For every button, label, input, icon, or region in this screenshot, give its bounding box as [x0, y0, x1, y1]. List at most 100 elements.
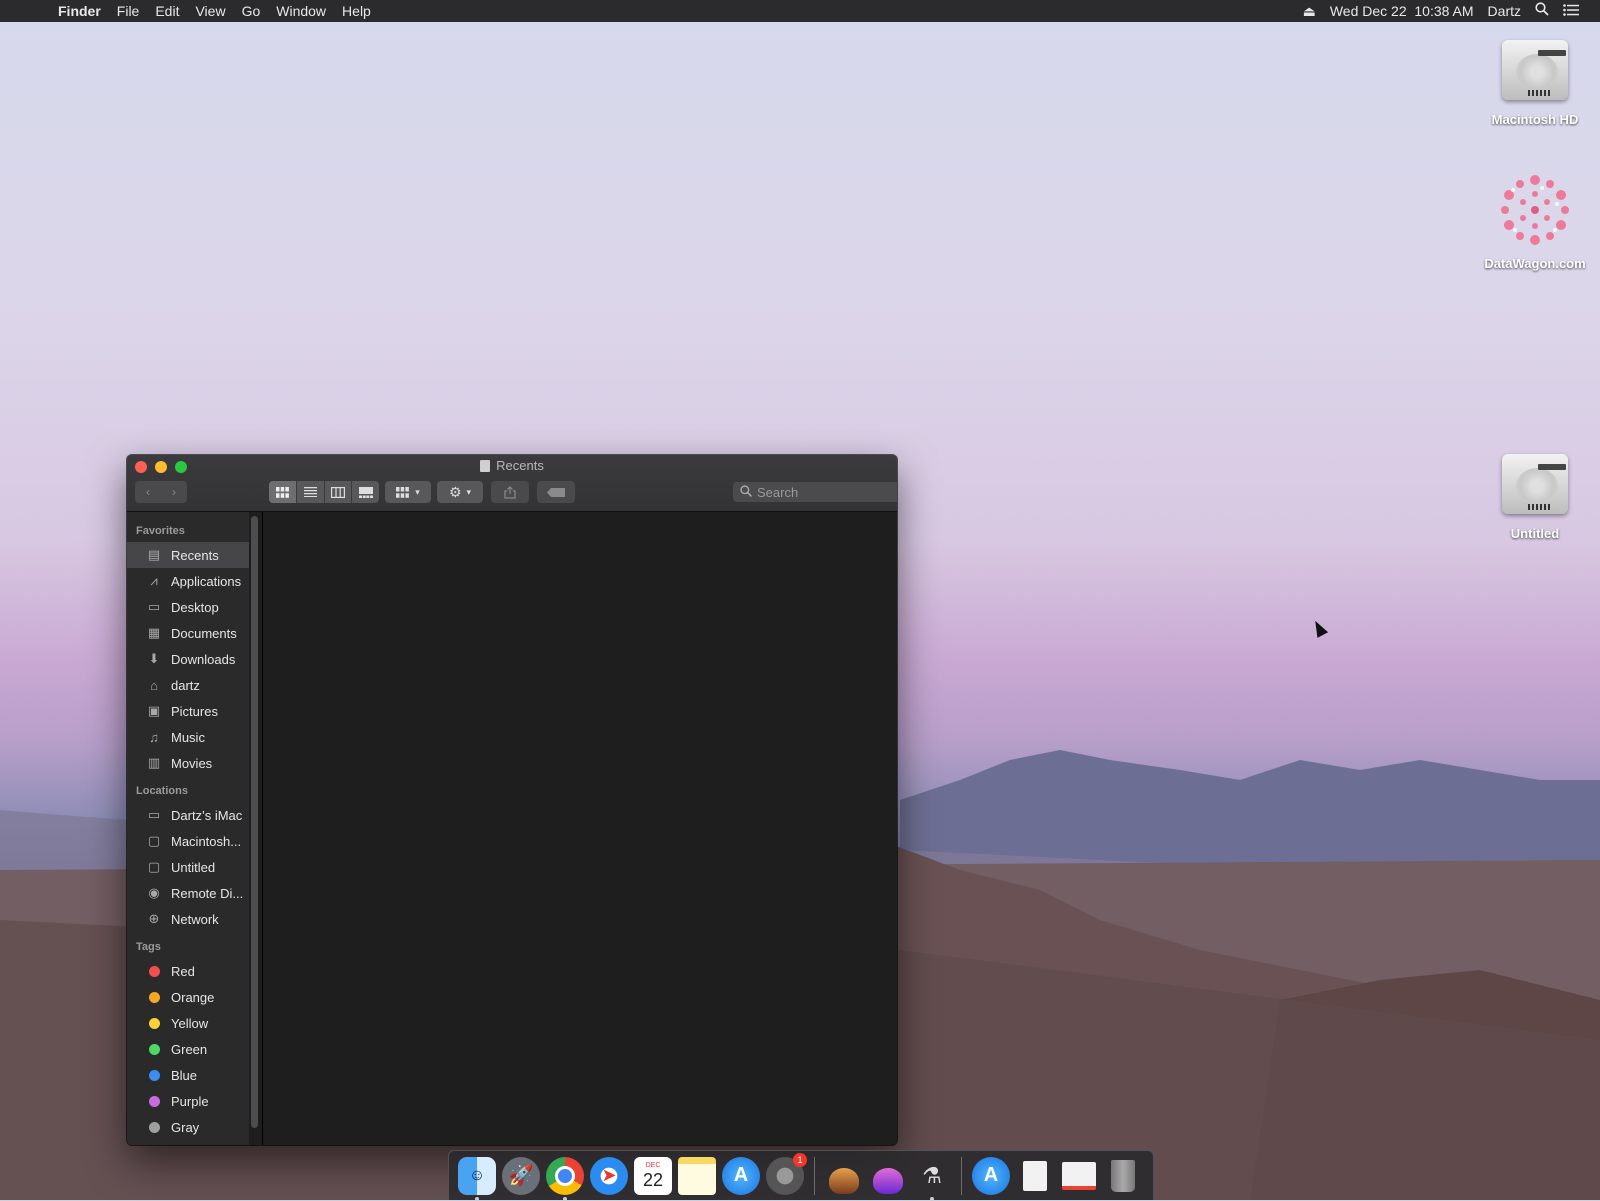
sidebar-item-label: Orange	[171, 989, 215, 1005]
finder-icon[interactable]: ☺	[458, 1156, 496, 1201]
sidebar-item-blue[interactable]: Blue	[127, 1062, 249, 1088]
sidebar-item-orange[interactable]: Orange	[127, 984, 249, 1010]
sidebar-item-desktop[interactable]: ▭ Desktop	[127, 594, 249, 620]
share-button[interactable]	[491, 481, 529, 503]
menu-go[interactable]: Go	[234, 0, 269, 22]
tag-icon	[547, 487, 565, 497]
sidebar-scrollbar[interactable]	[251, 516, 259, 1141]
sidebar-item-dartz[interactable]: ⌂ dartz	[127, 672, 249, 698]
window-title: Recents	[127, 458, 897, 473]
tag-button[interactable]	[537, 481, 575, 503]
app-store-icon[interactable]: A	[722, 1156, 760, 1195]
sidebar-item-label: Recents	[171, 547, 219, 563]
document-icon[interactable]	[1016, 1157, 1054, 1195]
content-area[interactable]	[263, 512, 897, 1145]
group-by-button[interactable]: ▾	[385, 481, 431, 503]
installer-purple-icon[interactable]	[869, 1157, 907, 1195]
search-field[interactable]: Search	[733, 482, 897, 502]
sidebar-item-label: Untitled	[171, 859, 216, 875]
column-view-button[interactable]	[325, 481, 353, 503]
title-bar[interactable]: Recents ‹ › ▾ ⚙ ▾ Search	[127, 455, 897, 512]
menu-window[interactable]: Window	[268, 0, 334, 22]
spotlight-icon[interactable]	[1528, 0, 1556, 22]
sidebar-item-music[interactable]: ♫ Music	[127, 724, 249, 750]
search-icon	[737, 484, 755, 500]
sidebar-item-gray[interactable]: Gray	[127, 1114, 249, 1140]
sidebar-item-network[interactable]: ⊕ Network	[127, 906, 249, 932]
gallery-view-button[interactable]	[352, 481, 379, 503]
list-view-button[interactable]	[297, 481, 325, 503]
sidebar-item-label: Documents	[171, 625, 237, 641]
calendar-icon[interactable]: DEC 22	[634, 1156, 672, 1195]
search-placeholder: Search	[757, 484, 799, 500]
notification-center-icon[interactable]	[1556, 0, 1586, 22]
sidebar-item-remote-di[interactable]: ◉ Remote Di...	[127, 880, 249, 906]
downloads-icon: ⬇	[148, 651, 160, 666]
eject-icon[interactable]: ⏏	[1296, 0, 1323, 22]
recents-icon: ▤	[147, 547, 161, 562]
menu-edit[interactable]: Edit	[147, 0, 187, 22]
sidebar-item-untitled[interactable]: ▢ Untitled	[127, 854, 249, 880]
network-icon: ⊕	[148, 911, 160, 926]
usb-tool-icon[interactable]: ⚗	[913, 1157, 951, 1201]
menu-datetime[interactable]: Wed Dec 22 10:38 AM	[1323, 0, 1481, 22]
disk-icon: ▢	[147, 833, 161, 848]
sidebar-item-label: Dartz’s iMac	[171, 807, 243, 823]
menu-user[interactable]: Dartz	[1481, 0, 1528, 22]
sidebar-item-label: Green	[171, 1041, 208, 1057]
gear-icon: ⚙	[448, 483, 462, 500]
launchpad-icon[interactable]: 🚀	[502, 1156, 540, 1195]
sidebar-item-green[interactable]: Green	[127, 1036, 249, 1062]
menu-file[interactable]: File	[109, 0, 148, 22]
calendar-month: DEC	[645, 1162, 661, 1169]
hard-drive-icon	[1500, 34, 1570, 106]
preview-doc-icon[interactable]	[1060, 1157, 1098, 1195]
back-forward-buttons: ‹ ›	[135, 481, 187, 503]
notes-icon[interactable]	[678, 1156, 716, 1195]
desktop-icon-datawagon[interactable]: DataWagon.com	[1470, 170, 1600, 271]
sidebar-header-locations: Locations	[136, 785, 188, 797]
sidebar-item-downloads[interactable]: ⬇ Downloads	[127, 646, 249, 672]
hard-drive-icon	[1500, 448, 1570, 520]
icon-view-button[interactable]	[269, 481, 297, 503]
sidebar-item-label: Yellow	[171, 1015, 209, 1031]
calendar-day: 22	[642, 1170, 664, 1190]
sidebar-item-label: Purple	[171, 1093, 209, 1109]
back-button[interactable]: ‹	[146, 485, 150, 499]
safari-icon[interactable]: ➤	[590, 1156, 628, 1195]
desktop-icon-macintosh-hd[interactable]: Macintosh HD	[1470, 34, 1600, 127]
sidebar-item-purple[interactable]: Purple	[127, 1088, 249, 1114]
menu-view[interactable]: View	[187, 0, 233, 22]
dock: ☺ 🚀 ➤ DEC 22 A 1 ⚗ A	[448, 1150, 1154, 1201]
sidebar-scroll-thumb[interactable]	[251, 516, 258, 1128]
system-preferences-icon[interactable]: 1	[766, 1152, 807, 1195]
sidebar-item-dartz-s-imac[interactable]: ▭ Dartz’s iMac	[127, 802, 249, 828]
sidebar-item-movies[interactable]: ▥ Movies	[127, 750, 249, 776]
sidebar-item-label: Downloads	[171, 651, 236, 667]
dock-separator	[814, 1156, 815, 1195]
desktop-icon-untitled[interactable]: Untitled	[1470, 448, 1600, 541]
finder-window[interactable]: Recents ‹ › ▾ ⚙ ▾ Search Favorites ▤ Rec…	[127, 455, 897, 1145]
sidebar-item-yellow[interactable]: Yellow	[127, 1010, 249, 1036]
app-store-folder-icon[interactable]: A	[972, 1156, 1010, 1195]
action-button[interactable]: ⚙ ▾	[437, 481, 483, 503]
trash-icon[interactable]	[1104, 1157, 1142, 1195]
chevron-down-icon: ▾	[415, 486, 420, 497]
sidebar-item-documents[interactable]: ▦ Documents	[127, 620, 249, 646]
sidebar-item-label: Movies	[171, 755, 213, 771]
sidebar-item-red[interactable]: Red	[127, 958, 249, 984]
chrome-icon[interactable]	[546, 1156, 584, 1201]
sidebar-item-pictures[interactable]: ▣ Pictures	[127, 698, 249, 724]
desktop-icon: ▭	[147, 599, 161, 614]
menu-app-name[interactable]: Finder	[50, 0, 109, 22]
menu-bar: Finder File Edit View Go Window Help ⏏ W…	[0, 0, 1600, 22]
sidebar-item-macintosh[interactable]: ▢ Macintosh...	[127, 828, 249, 854]
forward-button[interactable]: ›	[172, 485, 176, 499]
sidebar-header-favorites: Favorites	[136, 525, 185, 537]
sidebar-item-label: Pictures	[171, 703, 218, 719]
sidebar-item-applications[interactable]: ⩘ Applications	[127, 568, 249, 594]
menu-help[interactable]: Help	[334, 0, 379, 22]
sidebar-item-recents[interactable]: ▤ Recents	[127, 542, 249, 568]
installer-icon[interactable]	[825, 1157, 863, 1195]
desktop-icon-label: Untitled	[1510, 526, 1560, 541]
